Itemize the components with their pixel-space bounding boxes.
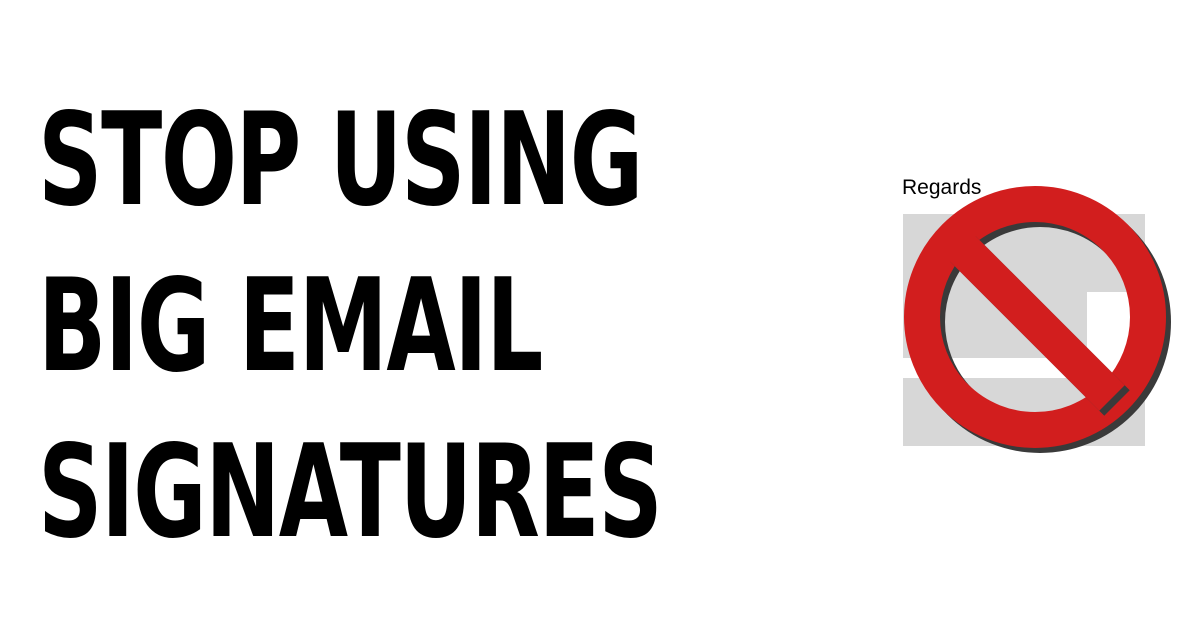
prohibited-icon [904,186,1171,453]
email-signature-illustration: Regards [898,172,1178,462]
headline-line-1: STOP USING [38,86,643,235]
headline-line-3: SIGNATURES [38,418,663,567]
headline: STOP USING BIG EMAIL SIGNATURES [38,78,878,576]
headline-line-2: BIG EMAIL [38,252,543,401]
